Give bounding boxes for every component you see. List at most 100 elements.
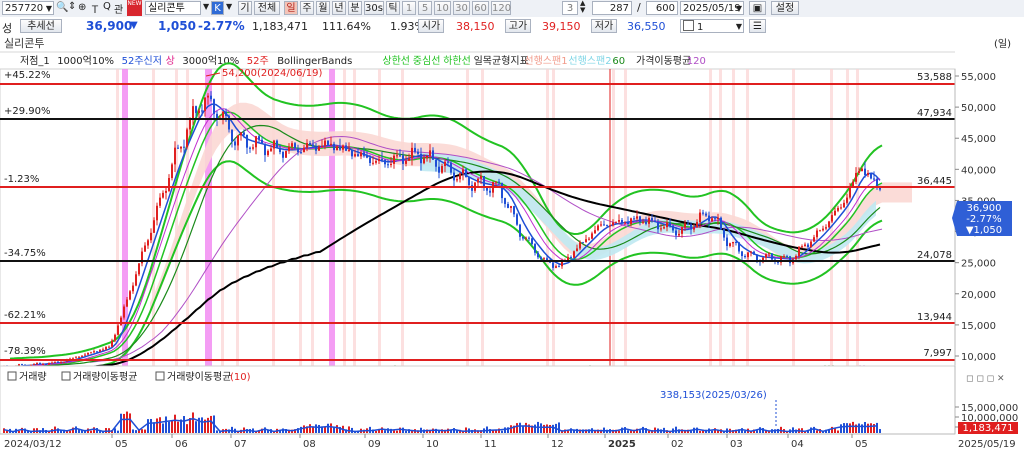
- news-badge[interactable]: NEW: [127, 0, 142, 16]
- settings-button[interactable]: 설정: [771, 1, 799, 15]
- candle-body: [57, 361, 59, 363]
- candle-body: [720, 217, 722, 230]
- svg-text:-2.77%: -2.77%: [966, 214, 1001, 225]
- up-down-icon[interactable]: ⇕: [68, 1, 76, 12]
- all-button[interactable]: 전체: [254, 1, 280, 15]
- candle-body: [843, 202, 845, 208]
- period-tab-120[interactable]: 120: [491, 1, 511, 15]
- search-icon[interactable]: 🔍: [56, 2, 68, 13]
- x-month-label: 2025: [608, 439, 636, 450]
- candle-body: [129, 291, 131, 300]
- candle-body: [81, 355, 83, 357]
- y-tick-label: 55,000: [961, 72, 996, 83]
- legend-item: 일목균형지표: [474, 55, 529, 67]
- chevron-down-icon[interactable]: ▼: [203, 2, 209, 11]
- candle-body: [348, 149, 350, 151]
- stock-name-field[interactable]: 실리콘투: [145, 1, 201, 15]
- candle-body: [537, 252, 539, 258]
- candle-body: [246, 134, 248, 148]
- volume-panel[interactable]: [0, 365, 956, 435]
- candle-body: [669, 222, 671, 226]
- volume-bar: [546, 424, 548, 433]
- candle-body: [279, 147, 281, 153]
- legend-item: 120: [687, 56, 706, 67]
- candle-body: [324, 140, 326, 146]
- volume-bar: [711, 430, 713, 433]
- filter-icon[interactable]: Ｔ: [90, 1, 100, 16]
- trendline-tab[interactable]: 추세선: [20, 19, 62, 33]
- candle-body: [330, 143, 332, 145]
- candle-body: [816, 230, 818, 238]
- svg-text:36,900: 36,900: [967, 203, 1002, 214]
- price-chart[interactable]: 실리콘투 (일) 저점_1 1000억10% 52주신저 상 3000억10% 52주 Bo…: [0, 36, 1024, 454]
- x-end-label: 2025/05/19: [958, 439, 1016, 450]
- period-tab-월[interactable]: 월: [316, 1, 330, 15]
- period-tab-년[interactable]: 년: [332, 1, 346, 15]
- volume-bar: [327, 423, 329, 433]
- candle-body: [234, 141, 236, 146]
- candle-body: [855, 172, 857, 182]
- period-tab-10[interactable]: 10: [434, 1, 451, 15]
- legend-item: 선행스팬2: [568, 55, 611, 67]
- candle-body: [723, 229, 725, 238]
- volume-bar: [501, 430, 503, 433]
- count-current[interactable]: 287: [592, 1, 632, 15]
- y-tick-label: 50,000: [961, 103, 996, 114]
- spinner-icon[interactable]: ▲ ▼: [580, 0, 585, 14]
- candle-body: [618, 220, 620, 222]
- period-tab-1[interactable]: 1: [402, 1, 416, 15]
- candle-body: [309, 143, 311, 145]
- candle-body: [495, 181, 497, 183]
- level-value-label: 47,934: [917, 108, 952, 119]
- related-button[interactable]: 관: [114, 1, 123, 16]
- legend-item: 52주: [247, 56, 269, 67]
- chart-area[interactable]: 실리콘투 (일) 저점_1 1000억10% 52주신저 상 3000억10% 52주 Bo…: [0, 36, 1024, 454]
- candle-body: [528, 237, 530, 239]
- chevron-down-icon[interactable]: ▼: [226, 2, 232, 11]
- change-percent: -2.77%: [198, 19, 245, 33]
- panel-controls-icon[interactable]: ◻ ◻ ◻ ✕: [966, 374, 1005, 384]
- candle-body: [333, 143, 335, 151]
- gi-button[interactable]: 기: [238, 1, 252, 15]
- spin-field[interactable]: 3: [562, 1, 578, 15]
- candle-body: [153, 220, 155, 233]
- candle-body: [627, 222, 629, 224]
- menu-icon[interactable]: ☰: [749, 19, 766, 33]
- candle-body: [396, 155, 398, 157]
- period-tab-30s[interactable]: 30s: [364, 1, 384, 15]
- volume-bar: [75, 426, 77, 433]
- candle-body: [567, 257, 569, 261]
- candle-body: [699, 212, 701, 223]
- candle-body: [60, 362, 62, 364]
- count-total[interactable]: 600: [646, 1, 678, 15]
- candle-body: [150, 232, 152, 241]
- date-field[interactable]: 2025/05/19 ▼: [680, 1, 744, 15]
- candle-body: [222, 111, 224, 118]
- link-icon[interactable]: ⊕: [78, 2, 86, 13]
- k-button[interactable]: K: [211, 1, 224, 15]
- legend-item: 중심선: [413, 55, 441, 67]
- candle-body: [372, 162, 374, 164]
- volume-bar: [186, 424, 188, 433]
- period-tab-60[interactable]: 60: [472, 1, 489, 15]
- period-tab-일[interactable]: 일: [284, 1, 298, 15]
- period-tab-5[interactable]: 5: [418, 1, 432, 15]
- candle-body: [87, 352, 89, 355]
- stock-code-input[interactable]: 257720 ▼: [2, 1, 54, 15]
- volume-bar: [861, 424, 863, 433]
- candle-body: [363, 152, 365, 156]
- period-tab-틱[interactable]: 틱: [386, 1, 400, 15]
- period-tab-분[interactable]: 분: [348, 1, 362, 15]
- volume-bar: [231, 426, 233, 433]
- candle-body: [573, 251, 575, 258]
- candle-body: [252, 147, 254, 149]
- candle-body: [213, 99, 215, 114]
- series-select[interactable]: 1 ▼: [680, 19, 744, 33]
- candle-body: [294, 143, 296, 149]
- period-tab-주[interactable]: 주: [300, 1, 314, 15]
- search-icon[interactable]: Q: [103, 1, 111, 12]
- candle-body: [315, 146, 317, 151]
- period-tab-30[interactable]: 30: [453, 1, 470, 15]
- save-icon[interactable]: ▣: [749, 1, 766, 15]
- candle-body: [684, 223, 686, 228]
